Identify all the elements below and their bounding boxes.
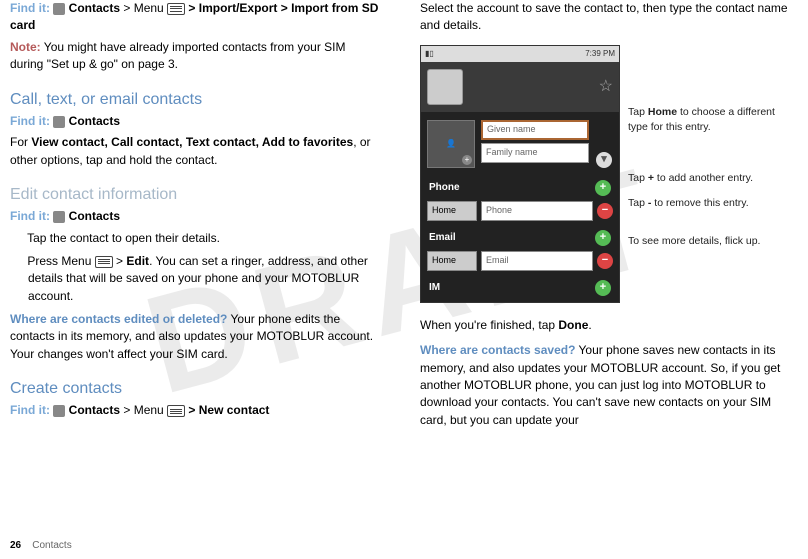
find-it-2: Find it: Contacts xyxy=(10,113,380,130)
section-email: Email + xyxy=(427,224,613,248)
right-column: Select the account to save the contact t… xyxy=(420,0,790,437)
footer-section: Contacts xyxy=(32,540,71,551)
menu-icon xyxy=(167,405,185,417)
status-time: 7:39 PM xyxy=(585,48,615,60)
section-phone: Phone + xyxy=(427,174,613,198)
expand-name-icon[interactable]: ▾ xyxy=(596,152,612,168)
callout-home-type: Tap Home to choose a different type for … xyxy=(628,105,790,135)
phone-type-dropdown[interactable]: Home xyxy=(427,201,477,221)
find-it-4: Find it: Contacts > Menu > New contact xyxy=(10,402,380,419)
step-1: 1 Tap the contact to open their details. xyxy=(10,230,380,247)
callout-remove: Tap - to remove this entry. xyxy=(628,196,790,211)
heading-edit-contact: Edit contact information xyxy=(10,183,380,206)
favorite-star-icon[interactable]: ☆ xyxy=(599,75,613,98)
remove-phone-icon[interactable]: − xyxy=(597,203,613,219)
phone-callouts: Tap Home to choose a different type for … xyxy=(628,45,790,303)
add-phone-icon[interactable]: + xyxy=(595,180,611,196)
heading-create-contacts: Create contacts xyxy=(10,377,380,400)
email-input[interactable]: Email xyxy=(481,251,593,271)
contacts-app-icon xyxy=(53,116,65,128)
phone-header: ☆ xyxy=(421,62,619,112)
heading-call-text-email: Call, text, or email contacts xyxy=(10,88,380,111)
remove-email-icon[interactable]: − xyxy=(597,253,613,269)
contacts-app-icon xyxy=(53,211,65,223)
contacts-app-icon xyxy=(53,3,65,15)
finished-paragraph: When you're finished, tap Done. xyxy=(420,317,790,334)
family-name-field[interactable]: Family name xyxy=(481,143,589,163)
phone-mockup: ▮▯ 7:39 PM ☆ 👤 Given name Family name xyxy=(420,45,620,303)
person-icon: 👤 xyxy=(446,138,456,150)
left-column: Find it: Contacts > Menu > Import/Export… xyxy=(10,0,380,437)
signal-icon: ▮▯ xyxy=(425,48,434,60)
page-number: 26 xyxy=(10,540,21,551)
email-type-dropdown[interactable]: Home xyxy=(427,251,477,271)
menu-icon xyxy=(95,256,113,268)
find-it-1: Find it: Contacts > Menu > Import/Export… xyxy=(10,0,380,35)
find-it-3: Find it: Contacts xyxy=(10,208,380,225)
add-email-icon[interactable]: + xyxy=(595,230,611,246)
view-contact-paragraph: For View contact, Call contact, Text con… xyxy=(10,134,380,169)
section-im: IM + xyxy=(427,274,613,298)
contact-photo-box[interactable]: 👤 xyxy=(427,120,475,168)
page-footer: 26 Contacts xyxy=(10,539,72,554)
phone-statusbar: ▮▯ 7:39 PM xyxy=(421,46,619,62)
contact-thumb-header xyxy=(427,69,463,105)
menu-icon xyxy=(167,3,185,15)
contacts-app-icon xyxy=(53,405,65,417)
qa-edited-deleted: Where are contacts edited or deleted? Yo… xyxy=(10,311,380,363)
phone-body: 👤 Given name Family name ▾ Phone + Home xyxy=(421,112,619,302)
qa-contacts-saved: Where are contacts saved? Your phone sav… xyxy=(420,342,790,429)
callout-add: Tap + to add another entry. xyxy=(628,171,790,186)
callout-flick: To see more details, flick up. xyxy=(628,234,790,249)
note-paragraph: Note: You might have already imported co… xyxy=(10,39,380,74)
given-name-field[interactable]: Given name xyxy=(481,120,589,140)
add-im-icon[interactable]: + xyxy=(595,280,611,296)
step-2: 2 Press Menu > Edit. You can set a ringe… xyxy=(10,253,380,305)
phone-input[interactable]: Phone xyxy=(481,201,593,221)
intro-paragraph: Select the account to save the contact t… xyxy=(420,0,790,35)
